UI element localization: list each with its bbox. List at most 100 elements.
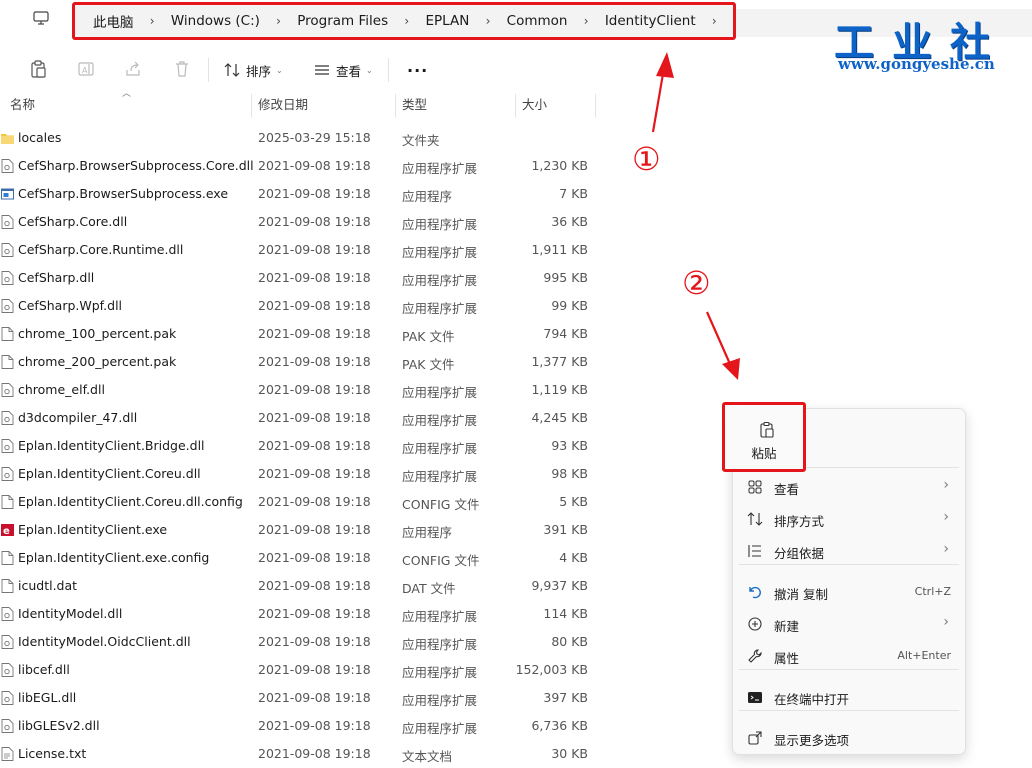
file-row[interactable]: Eplan.IdentityClient.exe.config 2021-09-0… xyxy=(0,544,610,572)
file-row[interactable]: libcef.dll 2021-09-08 19:18 应用程序扩展 152,003 … xyxy=(0,656,610,684)
menu-item[interactable]: 撤消 复制 Ctrl+Z xyxy=(737,578,961,606)
file-row[interactable]: CefSharp.BrowserSubprocess.Core.dll 2021-… xyxy=(0,152,610,180)
chevron-right-icon[interactable]: › xyxy=(388,14,425,28)
file-size: 4,245 KB xyxy=(531,410,588,425)
delete-icon[interactable] xyxy=(172,59,192,79)
chevron-right-icon[interactable]: › xyxy=(260,14,297,28)
file-row[interactable]: Eplan.IdentityClient.Coreu.dll 2021-09-08… xyxy=(0,460,610,488)
menu-item-label: 在终端中打开 xyxy=(774,692,850,707)
file-type: 应用程序扩展 xyxy=(402,721,478,736)
menu-item[interactable]: 新建 › xyxy=(737,610,961,638)
file-size: 1,377 KB xyxy=(531,354,588,369)
dll-file-icon xyxy=(1,439,14,453)
menu-item[interactable]: 属性 Alt+Enter xyxy=(737,642,961,670)
more-button[interactable]: ··· xyxy=(407,58,428,82)
column-type[interactable]: 类型 xyxy=(402,94,427,118)
file-date: 2025-03-29 15:18 xyxy=(258,130,371,145)
menu-item[interactable]: 查看 › xyxy=(737,473,961,501)
file-name: Eplan.IdentityClient.exe xyxy=(18,522,168,537)
grid-view-icon xyxy=(748,480,762,494)
undo-icon xyxy=(749,586,761,599)
file-date: 2021-09-08 19:18 xyxy=(258,578,371,593)
file-row[interactable]: IdentityModel.OidcClient.dll 2021-09-08 1… xyxy=(0,628,610,656)
file-type: 应用程序扩展 xyxy=(402,385,478,400)
menu-item-shortcut: Alt+Enter xyxy=(897,649,951,662)
chevron-right-icon[interactable]: › xyxy=(696,14,733,28)
paste-button[interactable]: 粘贴 xyxy=(722,402,806,472)
file-date: 2021-09-08 19:18 xyxy=(258,634,371,649)
file-row[interactable]: CefSharp.Core.dll 2021-09-08 19:18 应用程序扩展 3… xyxy=(0,208,610,236)
file-name: IdentityModel.dll xyxy=(18,606,123,621)
file-row[interactable]: icudtl.dat 2021-09-08 19:18 DAT 文件 9,937 KB xyxy=(0,572,610,600)
file-row[interactable]: libEGL.dll 2021-09-08 19:18 应用程序扩展 397 KB xyxy=(0,684,610,712)
share-icon[interactable] xyxy=(123,59,143,79)
toolbar-separator xyxy=(208,58,209,82)
column-divider[interactable] xyxy=(515,94,516,118)
file-row[interactable]: Eplan.IdentityClient.Bridge.dll 2021-09-0… xyxy=(0,432,610,460)
breadcrumb-item[interactable]: Program Files xyxy=(297,13,388,29)
chevron-right-icon[interactable]: › xyxy=(134,14,171,28)
menu-item[interactable]: 分组依据 › xyxy=(737,537,961,565)
file-icon xyxy=(1,579,14,593)
file-row[interactable]: CefSharp.Wpf.dll 2021-09-08 19:18 应用程序扩展 99… xyxy=(0,292,610,320)
file-type: 应用程序扩展 xyxy=(402,301,478,316)
file-row[interactable]: CefSharp.dll 2021-09-08 19:18 应用程序扩展 995 KB xyxy=(0,264,610,292)
breadcrumb-item[interactable]: IdentityClient xyxy=(605,13,696,29)
file-row[interactable]: libGLESv2.dll 2021-09-08 19:18 应用程序扩展 6,736… xyxy=(0,712,610,740)
svg-text:A: A xyxy=(82,66,88,75)
menu-item[interactable]: 显示更多选项 xyxy=(737,724,961,752)
file-icon xyxy=(1,355,14,369)
sort-button[interactable]: 排序 ⌄ xyxy=(224,58,283,82)
breadcrumb-item[interactable]: 此电脑 xyxy=(93,11,134,31)
file-row[interactable]: locales 2025-03-29 15:18 文件夹 xyxy=(0,124,610,152)
file-type: 文件夹 xyxy=(402,133,440,148)
dll-file-icon xyxy=(1,467,14,481)
file-type: 应用程序扩展 xyxy=(402,273,478,288)
file-row[interactable]: chrome_elf.dll 2021-09-08 19:18 应用程序扩展 1,11… xyxy=(0,376,610,404)
menu-item[interactable]: 排序方式 › xyxy=(737,505,961,533)
file-row[interactable]: d3dcompiler_47.dll 2021-09-08 19:18 应用程序扩展… xyxy=(0,404,610,432)
rename-icon[interactable]: A xyxy=(76,59,96,79)
this-pc-icon[interactable] xyxy=(33,11,49,25)
column-divider[interactable] xyxy=(595,94,596,118)
view-button[interactable]: 查看 ⌄ xyxy=(314,58,373,82)
file-size: 4 KB xyxy=(559,550,588,565)
chevron-down-icon: ⌄ xyxy=(276,65,283,75)
file-size: 6,736 KB xyxy=(531,718,588,733)
column-name[interactable]: 名称 xyxy=(10,94,35,118)
file-row[interactable]: e Eplan.IdentityClient.exe 2021-09-08 19:1… xyxy=(0,516,610,544)
breadcrumb-item[interactable]: Common xyxy=(507,13,568,29)
chevron-right-icon[interactable]: › xyxy=(469,14,506,28)
breadcrumb[interactable]: 此电脑 › Windows (C:) › Program Files › EPLAN › Com… xyxy=(72,2,736,40)
file-type: 应用程序 xyxy=(402,189,453,204)
file-size: 5 KB xyxy=(559,494,588,509)
file-row[interactable]: CefSharp.Core.Runtime.dll 2021-09-08 19:1… xyxy=(0,236,610,264)
breadcrumb-item[interactable]: EPLAN xyxy=(425,13,469,29)
file-name: CefSharp.BrowserSubprocess.Core.dll xyxy=(18,158,254,173)
dll-file-icon xyxy=(1,383,14,397)
file-row[interactable]: chrome_100_percent.pak 2021-09-08 19:18 PA… xyxy=(0,320,610,348)
chevron-right-icon[interactable]: › xyxy=(567,14,604,28)
file-row[interactable]: IdentityModel.dll 2021-09-08 19:18 应用程序扩展 1… xyxy=(0,600,610,628)
column-divider[interactable] xyxy=(395,94,396,118)
file-row[interactable]: License.txt 2021-09-08 19:18 文本文档 30 KB xyxy=(0,740,610,768)
breadcrumb-item[interactable]: Windows (C:) xyxy=(171,13,260,29)
file-date: 2021-09-08 19:18 xyxy=(258,522,371,537)
file-row[interactable]: Eplan.IdentityClient.Coreu.dll.config 202… xyxy=(0,488,610,516)
dll-file-icon xyxy=(1,159,14,173)
file-row[interactable]: chrome_200_percent.pak 2021-09-08 19:18 PA… xyxy=(0,348,610,376)
column-divider[interactable] xyxy=(251,94,252,118)
file-date: 2021-09-08 19:18 xyxy=(258,242,371,257)
file-row[interactable]: CefSharp.BrowserSubprocess.exe 2021-09-08… xyxy=(0,180,610,208)
menu-item[interactable]: 在终端中打开 xyxy=(737,683,961,711)
column-size[interactable]: 大小 xyxy=(522,94,547,118)
file-date: 2021-09-08 19:18 xyxy=(258,186,371,201)
file-name: Eplan.IdentityClient.exe.config xyxy=(18,550,210,565)
file-name: locales xyxy=(18,130,62,145)
paste-toolbar-icon[interactable] xyxy=(28,59,48,79)
column-date[interactable]: 修改日期 xyxy=(258,94,308,118)
file-type: 应用程序扩展 xyxy=(402,609,478,624)
file-date: 2021-09-08 19:18 xyxy=(258,382,371,397)
file-name: CefSharp.Core.dll xyxy=(18,214,128,229)
file-date: 2021-09-08 19:18 xyxy=(258,606,371,621)
